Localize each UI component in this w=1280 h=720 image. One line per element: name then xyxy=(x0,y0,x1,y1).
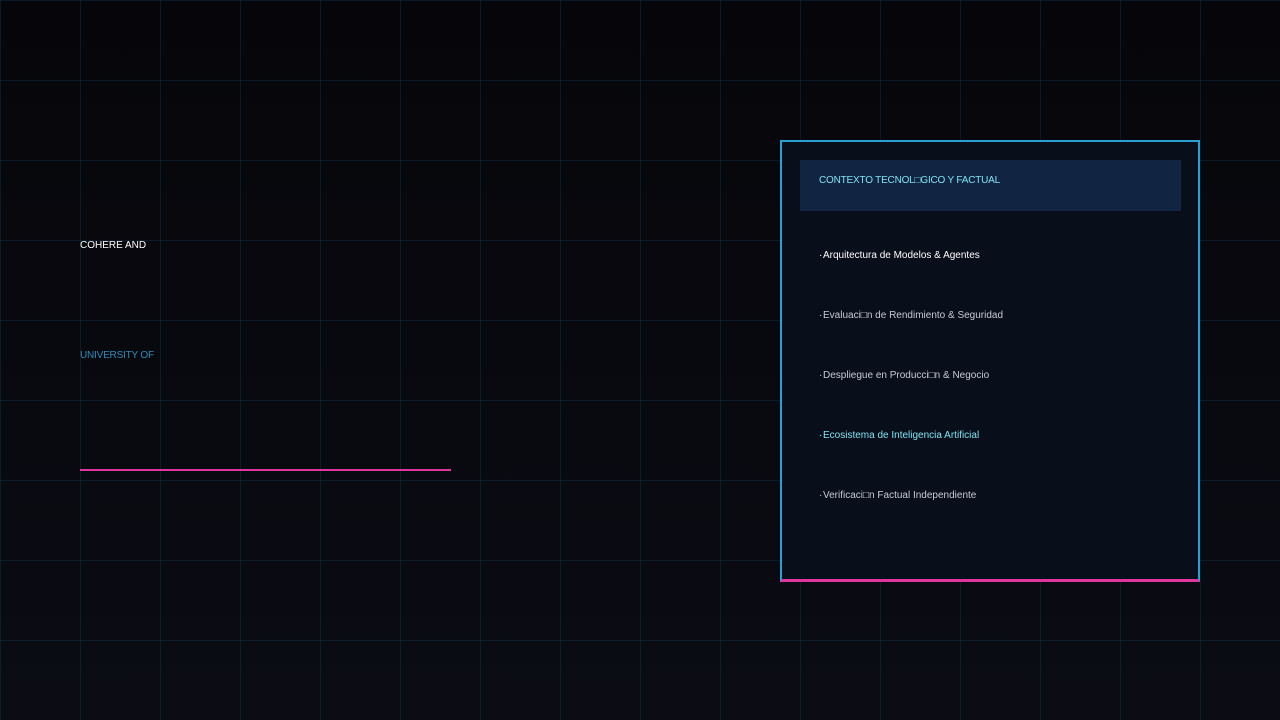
topic-item: ·Despliegue en Producci□n & Negocio xyxy=(819,370,1003,430)
left-subtitle: UNIVERSITY OF xyxy=(80,350,154,361)
slide: COHERE AND UNIVERSITY OF CONTEXTO TECNOL… xyxy=(0,0,1280,720)
context-panel: CONTEXTO TECNOL□GICO Y FACTUAL ·Arquitec… xyxy=(780,140,1200,582)
accent-divider-line xyxy=(80,469,451,471)
left-title: COHERE AND xyxy=(80,240,147,251)
topic-item: ·Evaluaci□n de Rendimiento & Seguridad xyxy=(819,310,1003,370)
panel-header: CONTEXTO TECNOL□GICO Y FACTUAL xyxy=(800,160,1181,211)
topic-item-label: Ecosistema de Inteligencia Artificial xyxy=(823,430,980,441)
topic-item-label: Despliegue en Producci□n & Negocio xyxy=(823,370,990,381)
topic-item-label: Verificaci□n Factual Independiente xyxy=(823,490,977,501)
topic-item: ·Ecosistema de Inteligencia Artificial xyxy=(819,430,1003,490)
topic-item-label: Arquitectura de Modelos & Agentes xyxy=(823,250,980,261)
topic-item: ·Verificaci□n Factual Independiente xyxy=(819,490,1003,550)
panel-header-title: CONTEXTO TECNOL□GICO Y FACTUAL xyxy=(819,175,1001,186)
topic-list: ·Arquitectura de Modelos & Agentes ·Eval… xyxy=(819,250,1003,550)
topic-item: ·Arquitectura de Modelos & Agentes xyxy=(819,250,1003,310)
topic-item-label: Evaluaci□n de Rendimiento & Seguridad xyxy=(823,310,1004,321)
